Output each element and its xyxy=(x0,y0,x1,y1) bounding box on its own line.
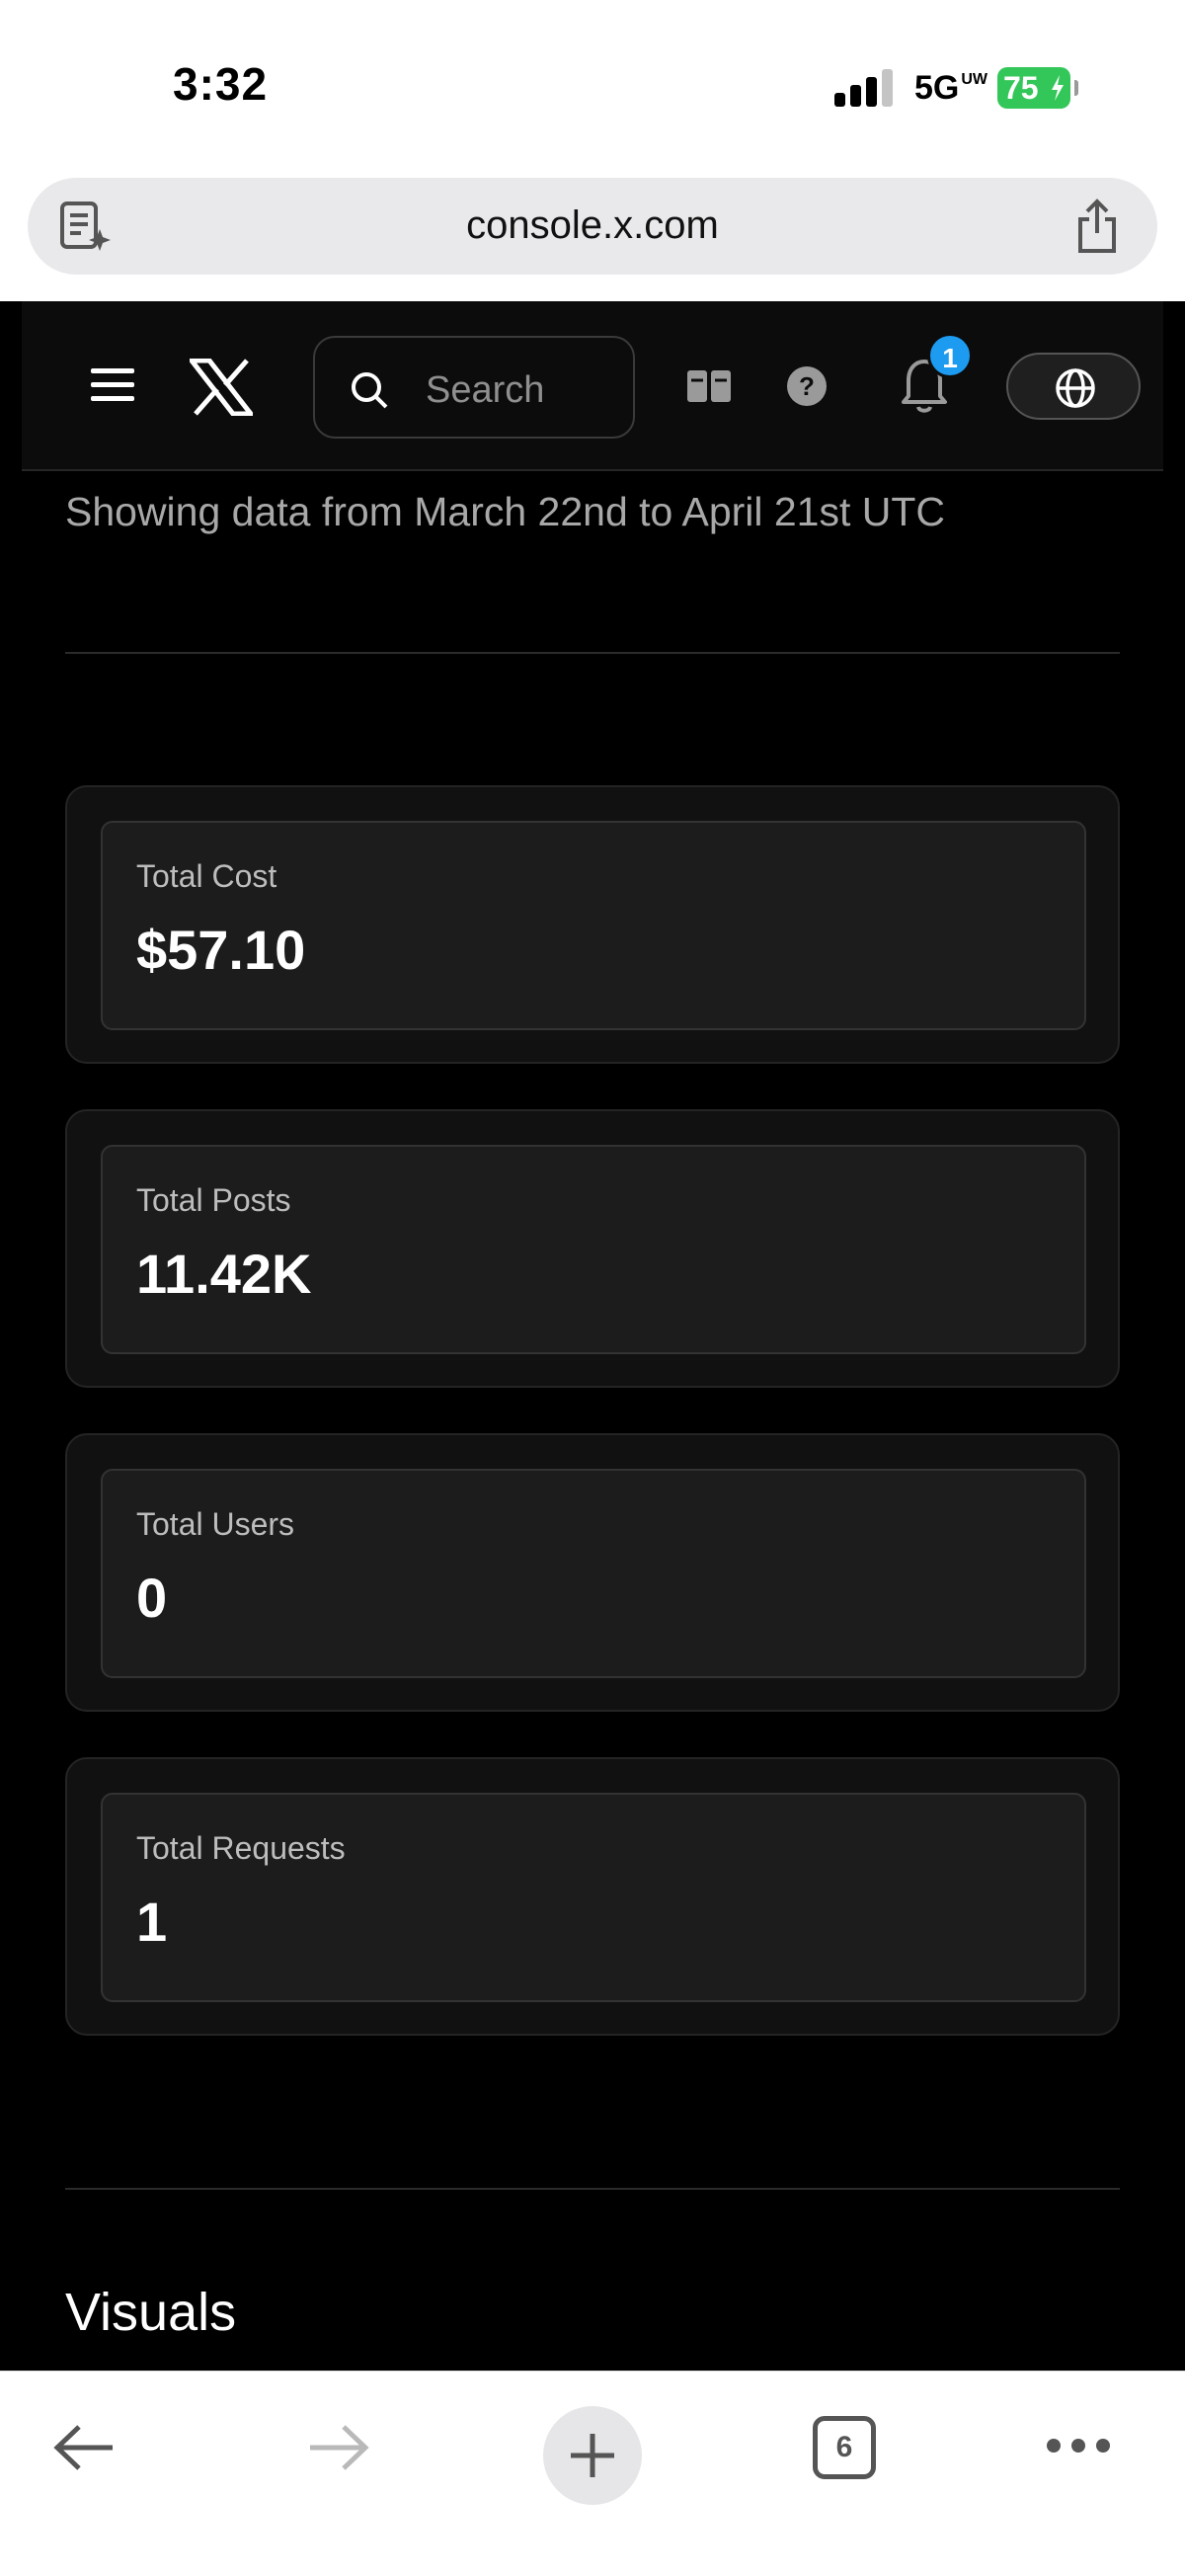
stat-card-total-requests: Total Requests 1 xyxy=(65,1757,1120,2036)
back-arrow-icon[interactable] xyxy=(51,2423,117,2472)
tabs-button[interactable]: 6 xyxy=(813,2416,876,2479)
network-type: 5G xyxy=(914,69,960,107)
console-app: Search ? 1 Showing data from March 22nd … xyxy=(0,301,1185,2371)
network-suffix: UW xyxy=(961,71,988,88)
stat-value: 0 xyxy=(136,1567,168,1629)
svg-text:?: ? xyxy=(799,371,815,401)
battery-level: 75 xyxy=(1003,70,1039,106)
stat-label: Total Cost xyxy=(136,858,277,894)
notification-badge: 1 xyxy=(927,333,973,378)
divider xyxy=(65,652,1120,654)
stat-value: 11.42K xyxy=(136,1243,312,1305)
stat-card-total-users: Total Users 0 xyxy=(65,1433,1120,1712)
plus-icon xyxy=(571,2434,614,2477)
search-input[interactable]: Search xyxy=(313,336,635,439)
globe-icon xyxy=(1056,368,1095,408)
hamburger-menu-icon[interactable] xyxy=(91,368,134,402)
more-icon[interactable] xyxy=(1047,2439,1110,2455)
stat-card-total-cost: Total Cost $57.10 xyxy=(65,785,1120,1064)
visuals-heading: Visuals xyxy=(65,2283,237,2342)
stat-card-body: Total Cost $57.10 xyxy=(101,821,1086,1030)
forward-arrow-icon[interactable] xyxy=(306,2423,371,2472)
status-time: 3:32 xyxy=(173,58,269,110)
stat-card-total-posts: Total Posts 11.42K xyxy=(65,1109,1120,1388)
stat-label: Total Requests xyxy=(136,1830,346,1866)
search-placeholder: Search xyxy=(426,369,545,411)
stat-card-body: Total Users 0 xyxy=(101,1469,1086,1678)
browser-toolbar: 6 xyxy=(0,2371,1185,2576)
app-header: Search ? 1 xyxy=(22,301,1163,471)
docs-book-icon[interactable] xyxy=(686,369,732,403)
stat-label: Total Posts xyxy=(136,1182,291,1218)
new-tab-button[interactable] xyxy=(543,2406,642,2505)
help-icon[interactable]: ? xyxy=(785,364,829,408)
network-indicator: 5G UW xyxy=(914,69,988,108)
stat-value: 1 xyxy=(136,1891,168,1953)
language-button[interactable] xyxy=(1006,353,1141,420)
charging-bolt-icon xyxy=(1052,75,1064,101)
share-icon[interactable] xyxy=(1072,198,1122,255)
search-icon xyxy=(352,372,388,409)
url-text[interactable]: console.x.com xyxy=(28,203,1157,248)
stat-label: Total Users xyxy=(136,1506,295,1542)
stat-card-body: Total Posts 11.42K xyxy=(101,1145,1086,1354)
date-range-text: Showing data from March 22nd to April 21… xyxy=(65,489,946,534)
stat-card-body: Total Requests 1 xyxy=(101,1793,1086,2002)
signal-strength-icon xyxy=(834,67,896,107)
battery-indicator: 75 xyxy=(997,67,1078,109)
stat-value: $57.10 xyxy=(136,919,306,981)
status-bar: 3:32 5G UW 75 xyxy=(0,0,1185,168)
x-logo[interactable] xyxy=(190,359,253,416)
address-bar[interactable]: console.x.com xyxy=(28,178,1157,275)
divider xyxy=(65,2188,1120,2190)
